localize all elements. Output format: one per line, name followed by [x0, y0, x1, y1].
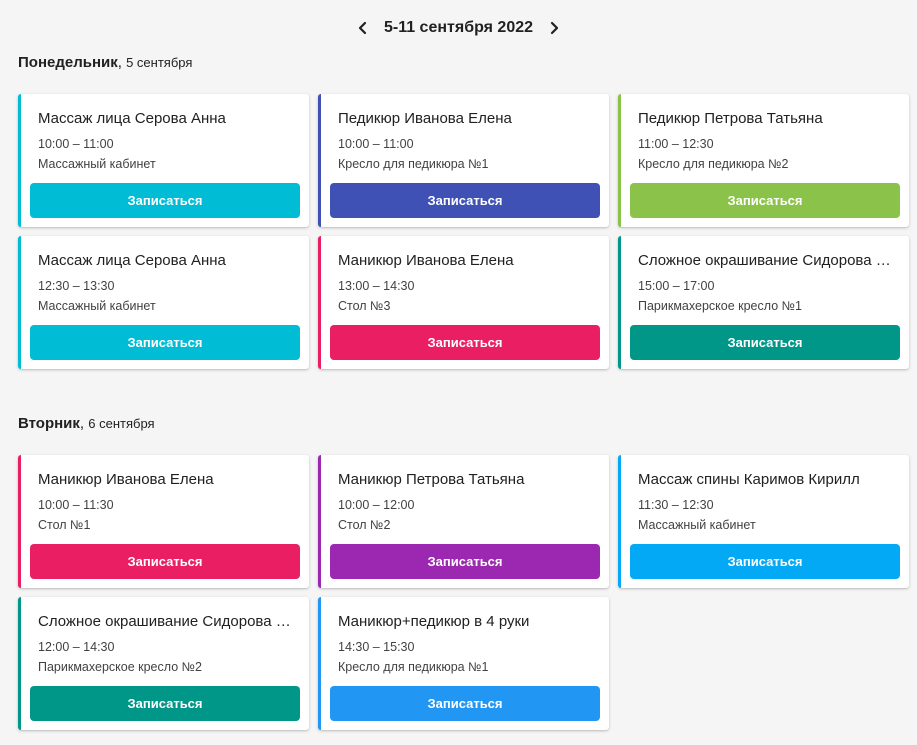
appointment-location: Стол №3 [338, 299, 391, 313]
appointment-card[interactable]: Маникюр+педикюр в 4 руки 14:30 – 15:30 Кре… [318, 597, 609, 730]
appointment-time: 10:00 – 11:30 [38, 498, 114, 512]
book-button[interactable]: Записаться [630, 544, 900, 579]
appointment-title: Маникюр+педикюр в 4 руки [338, 613, 530, 630]
appointment-time: 13:00 – 14:30 [338, 279, 415, 293]
appointment-location: Парикмахерское кресло №2 [38, 660, 202, 674]
appointment-card[interactable]: Маникюр Иванова Елена 10:00 – 11:30 Стол №… [18, 455, 309, 588]
book-button[interactable]: Записаться [30, 686, 300, 721]
day-heading: Понедельник, 5 сентября [18, 54, 192, 71]
appointment-title: Маникюр Иванова Елена [338, 252, 514, 269]
chevron-left-icon [358, 21, 367, 35]
appointment-time: 15:00 – 17:00 [638, 279, 715, 293]
appointment-card[interactable]: Массаж спины Каримов Кирилл 11:30 – 12:30… [618, 455, 909, 588]
day-date: 6 сентября [88, 416, 155, 431]
appointment-card[interactable]: Маникюр Петрова Татьяна 10:00 – 12:00 Стол… [318, 455, 609, 588]
book-button[interactable]: Записаться [330, 183, 600, 218]
appointment-card[interactable]: Маникюр Иванова Елена 13:00 – 14:30 Стол №… [318, 236, 609, 369]
day-separator: , [117, 54, 127, 71]
appointment-location: Массажный кабинет [638, 518, 756, 532]
appointment-location: Кресло для педикюра №2 [638, 157, 789, 171]
appointment-time: 14:30 – 15:30 [338, 640, 415, 654]
appointment-title: Педикюр Иванова Елена [338, 110, 512, 127]
appointment-card[interactable]: Педикюр Иванова Елена 10:00 – 11:00 Кресло… [318, 94, 609, 227]
appointment-time: 10:00 – 11:00 [338, 137, 414, 151]
week-navigator: 5-11 сентября 2022 [0, 14, 917, 42]
appointment-card[interactable]: Массаж лица Серова Анна 10:00 – 11:00 Масс… [18, 94, 309, 227]
appointment-title: Сложное окрашивание Сидорова Ольга [638, 252, 895, 269]
appointment-location: Стол №1 [38, 518, 91, 532]
appointment-time: 11:30 – 12:30 [638, 498, 714, 512]
appointment-location: Массажный кабинет [38, 157, 156, 171]
appointment-location: Массажный кабинет [38, 299, 156, 313]
appointment-location: Кресло для педикюра №1 [338, 157, 489, 171]
appointment-card[interactable]: Сложное окрашивание Сидорова Ольга 12:00 … [18, 597, 309, 730]
day-date: 5 сентября [126, 55, 193, 70]
book-button[interactable]: Записаться [630, 325, 900, 360]
appointments-grid: Массаж лица Серова Анна 10:00 – 11:00 Масс… [18, 94, 909, 369]
appointment-title: Массаж лица Серова Анна [38, 110, 226, 127]
appointment-time: 11:00 – 12:30 [638, 137, 714, 151]
book-button[interactable]: Записаться [30, 325, 300, 360]
book-button[interactable]: Записаться [330, 544, 600, 579]
day-name: Понедельник [18, 54, 118, 71]
prev-week-button[interactable] [350, 15, 376, 41]
day-separator: , [79, 415, 89, 432]
appointment-title: Педикюр Петрова Татьяна [638, 110, 823, 127]
appointment-card[interactable]: Массаж лица Серова Анна 12:30 – 13:30 Масс… [18, 236, 309, 369]
day-name: Вторник [18, 415, 80, 432]
appointment-location: Кресло для педикюра №1 [338, 660, 489, 674]
book-button[interactable]: Записаться [30, 544, 300, 579]
appointment-card[interactable]: Педикюр Петрова Татьяна 11:00 – 12:30 Крес… [618, 94, 909, 227]
appointment-time: 12:00 – 14:30 [38, 640, 115, 654]
appointment-time: 10:00 – 11:00 [38, 137, 114, 151]
appointment-title: Массаж лица Серова Анна [38, 252, 226, 269]
appointment-time: 10:00 – 12:00 [338, 498, 415, 512]
appointment-time: 12:30 – 13:30 [38, 279, 115, 293]
book-button[interactable]: Записаться [330, 686, 600, 721]
book-button[interactable]: Записаться [330, 325, 600, 360]
chevron-right-icon [550, 21, 559, 35]
appointment-card[interactable]: Сложное окрашивание Сидорова Ольга 15:00 … [618, 236, 909, 369]
appointment-title: Маникюр Петрова Татьяна [338, 471, 525, 488]
appointment-title: Сложное окрашивание Сидорова Ольга [38, 613, 295, 630]
appointment-title: Массаж спины Каримов Кирилл [638, 471, 860, 488]
appointment-title: Маникюр Иванова Елена [38, 471, 214, 488]
appointment-location: Стол №2 [338, 518, 391, 532]
book-button[interactable]: Записаться [630, 183, 900, 218]
book-button[interactable]: Записаться [30, 183, 300, 218]
next-week-button[interactable] [541, 15, 567, 41]
week-range-label: 5-11 сентября 2022 [383, 19, 534, 36]
day-heading: Вторник, 6 сентября [18, 415, 155, 432]
appointment-location: Парикмахерское кресло №1 [638, 299, 802, 313]
appointments-grid: Маникюр Иванова Елена 10:00 – 11:30 Стол №… [18, 455, 909, 730]
